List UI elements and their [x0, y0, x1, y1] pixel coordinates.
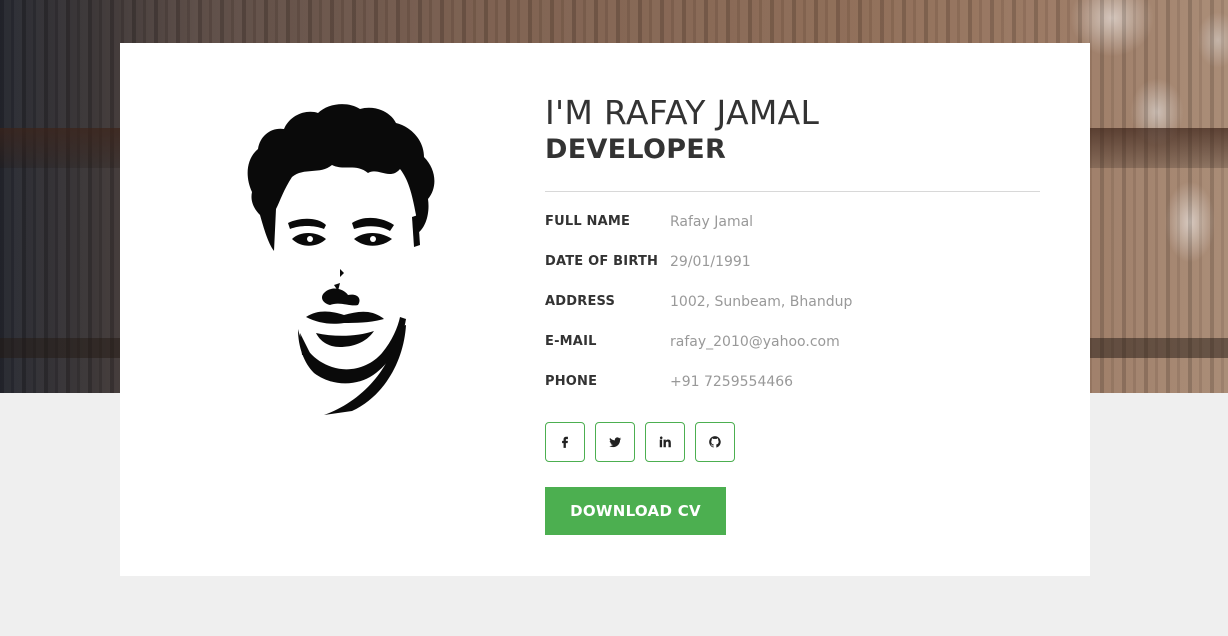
profile-title: I'M RAFAY JAMAL: [545, 93, 820, 132]
detail-label: DATE OF BIRTH: [545, 254, 659, 269]
profile-portrait: [247, 104, 435, 415]
github-link[interactable]: [695, 422, 735, 462]
detail-row-phone: PHONE +91 7259554466: [545, 372, 1040, 412]
detail-row-date-of-birth: DATE OF BIRTH 29/01/1991: [545, 252, 1040, 292]
detail-value: 1002, Sunbeam, Bhandup: [670, 294, 853, 310]
detail-row-email: E-MAIL rafay_2010@yahoo.com: [545, 332, 1040, 372]
detail-value: rafay_2010@yahoo.com: [670, 334, 840, 350]
social-links: [545, 422, 1040, 462]
download-cv-button[interactable]: DOWNLOAD CV: [545, 487, 726, 535]
details-list: FULL NAME Rafay Jamal DATE OF BIRTH 29/0…: [545, 212, 1040, 412]
profile-info: I'M RAFAY JAMAL DEVELOPER FULL NAME Rafa…: [545, 93, 1040, 535]
profile-subtitle: DEVELOPER: [545, 134, 727, 165]
linkedin-icon: [659, 436, 671, 448]
detail-row-full-name: FULL NAME Rafay Jamal: [545, 212, 1040, 252]
detail-row-address: ADDRESS 1002, Sunbeam, Bhandup: [545, 292, 1040, 332]
linkedin-link[interactable]: [645, 422, 685, 462]
detail-value: +91 7259554466: [670, 374, 794, 390]
facebook-link[interactable]: [545, 422, 585, 462]
detail-value: Rafay Jamal: [670, 214, 754, 230]
detail-label: PHONE: [545, 374, 598, 389]
detail-label: ADDRESS: [545, 294, 616, 309]
detail-label: FULL NAME: [545, 214, 631, 229]
detail-value: 29/01/1991: [670, 254, 751, 270]
divider: [545, 191, 1040, 192]
detail-label: E-MAIL: [545, 334, 597, 349]
github-icon: [709, 436, 721, 448]
twitter-icon: [609, 437, 622, 448]
profile-card: I'M RAFAY JAMAL DEVELOPER FULL NAME Rafa…: [120, 43, 1090, 576]
twitter-link[interactable]: [595, 422, 635, 462]
facebook-icon: [562, 436, 568, 448]
